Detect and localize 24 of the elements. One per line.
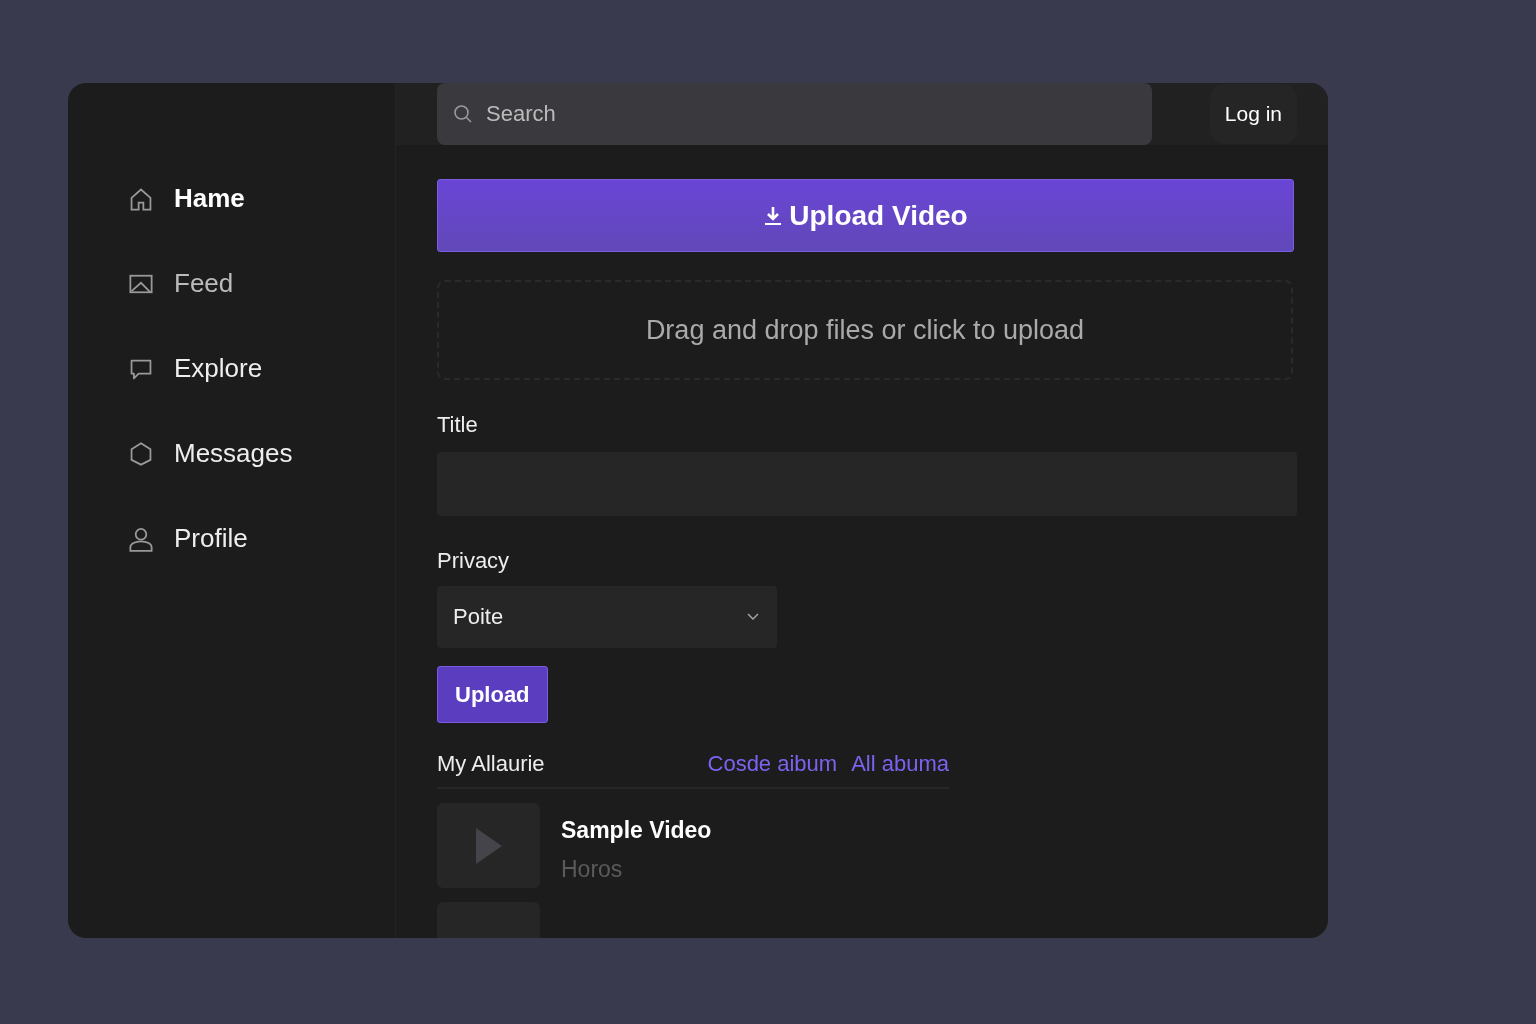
sidebar-item[interactable]: Messages	[128, 438, 395, 469]
album-link[interactable]: All abuma	[851, 751, 949, 777]
video-subtitle: Horos	[561, 856, 624, 883]
video-title[interactable]: Sample Video	[561, 817, 712, 844]
field-label: Title	[437, 412, 478, 438]
download-icon	[763, 204, 784, 227]
privacy-dropdown[interactable]: Poite	[437, 586, 777, 648]
upload-video-button[interactable]: Upload Video	[437, 179, 1294, 252]
hexagon-icon	[128, 440, 154, 467]
sidebar-item[interactable]: Hame	[128, 183, 395, 214]
login-button[interactable]: Log in	[1209, 84, 1297, 144]
section-heading: My Allaurie	[437, 751, 545, 777]
chevron-icon	[747, 613, 759, 621]
search-field[interactable]: Search	[437, 83, 1152, 145]
field-label: Privacy	[437, 548, 510, 574]
sidebar-item[interactable]: Explore	[128, 353, 395, 384]
person-icon	[128, 525, 154, 552]
play-icon	[475, 827, 502, 864]
upload-button[interactable]: Upload	[437, 666, 548, 723]
album-link[interactable]: Cosde aibum	[707, 751, 838, 777]
sidebar-item[interactable]: Feed	[128, 268, 395, 299]
sidebar-item[interactable]: Profile	[128, 523, 395, 554]
video-thumbnail[interactable]	[437, 803, 540, 888]
drop-zone[interactable]: Drag and drop files or click to upload	[437, 280, 1293, 380]
